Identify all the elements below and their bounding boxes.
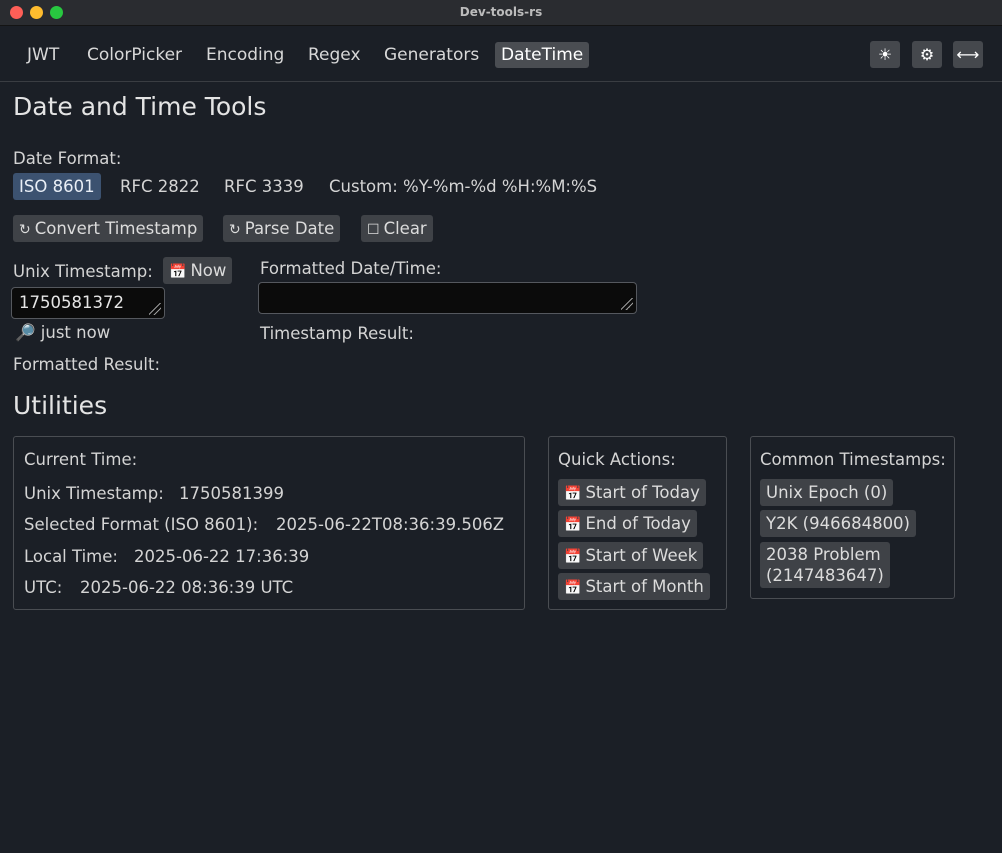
window-titlebar: Dev-tools-rs	[0, 0, 1002, 26]
unix-timestamp-label: Unix Timestamp:	[13, 262, 153, 281]
tab-generators[interactable]: Generators	[378, 42, 485, 68]
calendar-icon: 📅	[169, 264, 187, 280]
quick-actions-panel: Quick Actions: 📅 Start of Today 📅 End of T…	[548, 436, 727, 610]
gear-icon: ⚙	[919, 45, 935, 64]
start-of-month-button[interactable]: 📅 Start of Month	[558, 573, 710, 600]
utc-label: UTC:	[24, 578, 63, 597]
relative-time: 🔎 just now	[15, 323, 110, 343]
parse-date-label: Parse Date	[244, 219, 335, 238]
clear-label: Clear	[383, 219, 427, 238]
start-of-today-button[interactable]: 📅 Start of Today	[558, 479, 706, 506]
end-of-today-button[interactable]: 📅 End of Today	[558, 510, 697, 537]
resize-grip-icon[interactable]	[621, 298, 633, 310]
date-format-label: Date Format:	[13, 149, 122, 168]
calendar-icon: 📅	[564, 486, 582, 502]
page-title: Date and Time Tools	[13, 92, 267, 121]
common-timestamps-heading: Common Timestamps:	[760, 450, 946, 469]
unix-timestamp-value: 1750581372	[19, 293, 124, 312]
unix-timestamp-input[interactable]: 1750581372	[11, 287, 165, 319]
calendar-icon: 📅	[564, 549, 582, 565]
expand-button[interactable]: ⟷	[953, 41, 983, 68]
resize-grip-icon[interactable]	[149, 303, 161, 315]
parse-date-button[interactable]: ↻ Parse Date	[223, 215, 341, 242]
local-time-label: Local Time:	[24, 547, 118, 566]
formatted-result-label: Formatted Result:	[13, 355, 161, 374]
format-option-custom[interactable]: Custom: %Y-%m-%d %H:%M:%S	[323, 173, 603, 200]
problem-2038-line2: (2147483647)	[766, 566, 884, 585]
checkbox-icon: ☐	[367, 222, 380, 238]
settings-button[interactable]: ⚙	[912, 41, 942, 68]
now-button[interactable]: 📅 Now	[163, 257, 233, 284]
formatted-datetime-input[interactable]	[258, 282, 637, 314]
convert-timestamp-label: Convert Timestamp	[34, 219, 198, 238]
format-option-rfc2822[interactable]: RFC 2822	[114, 173, 206, 200]
y2k-button[interactable]: Y2K (946684800)	[760, 510, 916, 537]
theme-toggle-button[interactable]: ☀	[870, 41, 900, 68]
timestamp-result-label: Timestamp Result:	[260, 324, 414, 343]
start-of-today-label: Start of Today	[585, 483, 700, 502]
current-time-panel: Current Time: Unix Timestamp: 1750581399…	[13, 436, 525, 610]
calendar-icon: 📅	[564, 580, 582, 596]
selected-format-label: Selected Format (ISO 8601):	[24, 515, 259, 534]
quick-actions-heading: Quick Actions:	[558, 450, 676, 469]
tab-colorpicker[interactable]: ColorPicker	[81, 42, 188, 68]
now-label: Now	[190, 261, 227, 280]
current-time-heading: Current Time:	[24, 450, 138, 469]
pin-icon: 🔎	[15, 323, 36, 342]
start-of-week-button[interactable]: 📅 Start of Week	[558, 542, 704, 569]
format-option-rfc3339[interactable]: RFC 3339	[218, 173, 310, 200]
refresh-icon: ↻	[19, 222, 31, 238]
sun-icon: ☀	[877, 45, 893, 64]
convert-timestamp-button[interactable]: ↻ Convert Timestamp	[13, 215, 204, 242]
formatted-datetime-label: Formatted Date/Time:	[260, 259, 442, 278]
format-option-iso8601[interactable]: ISO 8601	[13, 173, 101, 200]
top-nav: JWT ColorPicker Encoding Regex Generator…	[0, 27, 1002, 82]
start-of-month-label: Start of Month	[585, 577, 704, 596]
window-title: Dev-tools-rs	[459, 5, 543, 19]
tab-encoding[interactable]: Encoding	[200, 42, 290, 68]
start-of-week-label: Start of Week	[585, 546, 698, 565]
current-unix-label: Unix Timestamp:	[24, 484, 164, 503]
tab-regex[interactable]: Regex	[302, 42, 367, 68]
utc-value: 2025-06-22 08:36:39 UTC	[80, 578, 294, 597]
common-timestamps-panel: Common Timestamps: Unix Epoch (0) Y2K (9…	[750, 436, 955, 599]
problem-2038-line1: 2038 Problem	[766, 545, 881, 564]
end-of-today-label: End of Today	[585, 514, 691, 533]
unix-epoch-button[interactable]: Unix Epoch (0)	[760, 479, 894, 506]
tab-jwt[interactable]: JWT	[21, 42, 65, 68]
problem-2038-button[interactable]: 2038 Problem (2147483647)	[760, 542, 890, 588]
refresh-icon: ↻	[229, 222, 241, 238]
expand-horizontal-icon: ⟷	[956, 45, 980, 64]
tab-datetime[interactable]: DateTime	[495, 42, 590, 68]
selected-format-value: 2025-06-22T08:36:39.506Z	[276, 515, 505, 534]
calendar-icon: 📅	[564, 517, 582, 533]
local-time-value: 2025-06-22 17:36:39	[134, 547, 310, 566]
utilities-title: Utilities	[13, 391, 108, 420]
relative-time-text: just now	[40, 323, 111, 342]
current-unix-value: 1750581399	[179, 484, 284, 503]
clear-button[interactable]: ☐ Clear	[361, 215, 433, 242]
